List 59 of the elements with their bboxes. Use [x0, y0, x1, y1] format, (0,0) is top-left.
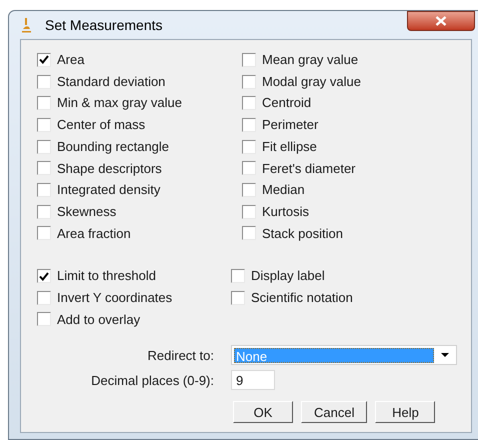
caret-icon	[440, 352, 450, 358]
checkbox-label: Area	[57, 51, 84, 70]
checkbox[interactable]	[37, 182, 51, 197]
checkbox[interactable]	[242, 52, 256, 67]
checkbox-label: Center of mass	[57, 116, 146, 134]
checkbox-label: Display label	[251, 267, 325, 286]
redirect-label: Redirect to:	[146, 346, 214, 364]
checkbox[interactable]	[242, 204, 256, 219]
close-button[interactable]	[407, 11, 475, 31]
close-icon	[435, 16, 447, 26]
checkbox-label: Invert Y coordinates	[57, 288, 172, 307]
dropdown-value: None	[234, 348, 434, 363]
checkbox[interactable]	[37, 118, 51, 132]
checkmark-icon	[39, 55, 49, 64]
checkbox-label: Min & max gray value	[57, 94, 182, 112]
checkbox-label: Skewness	[57, 202, 116, 221]
dialog-button[interactable]: Help	[375, 401, 436, 424]
checkbox[interactable]	[37, 96, 51, 110]
checkbox-label: Standard deviation	[57, 72, 166, 91]
checkbox-label: Integrated density	[57, 181, 160, 200]
checkbox-label: Median	[262, 181, 305, 200]
window-title: Set Measurements	[45, 16, 162, 34]
dialog-button[interactable]: OK	[233, 401, 293, 424]
checkbox-label: Fit ellipse	[262, 138, 317, 156]
checkbox[interactable]	[242, 96, 256, 110]
checkbox-label: Modal gray value	[262, 72, 361, 91]
checkbox[interactable]	[37, 140, 51, 154]
checkbox-label: Centroid	[262, 94, 312, 112]
checkbox[interactable]	[37, 226, 51, 240]
checkbox-label: Scientific notation	[251, 288, 353, 307]
dialog-button[interactable]: Cancel	[301, 401, 368, 424]
checkbox[interactable]	[242, 226, 256, 240]
checkbox-label: Perimeter	[262, 116, 318, 134]
checkbox-label: Bounding rectangle	[57, 138, 170, 156]
checkbox[interactable]	[37, 74, 51, 89]
checkbox[interactable]	[242, 140, 256, 154]
decimal-places-field[interactable]: 9	[231, 370, 275, 390]
checkbox-label: Kurtosis	[262, 202, 309, 221]
checkbox[interactable]	[37, 52, 51, 67]
checkbox-label: Stack position	[262, 224, 343, 243]
checkbox-label: Mean gray value	[262, 51, 358, 70]
checkbox-label: Feret's diameter	[262, 160, 356, 178]
checkbox[interactable]	[242, 182, 256, 197]
checkbox[interactable]	[37, 161, 51, 176]
checkbox[interactable]	[242, 161, 256, 176]
checkbox-label: Shape descriptors	[57, 160, 162, 178]
checkbox[interactable]	[242, 118, 256, 132]
decimal-places-label: Decimal places (0-9):	[90, 372, 214, 390]
checkbox-label: Area fraction	[57, 224, 131, 243]
checkbox-label: Add to overlay	[57, 310, 140, 329]
checkbox[interactable]	[37, 290, 51, 305]
checkbox[interactable]	[242, 74, 256, 89]
checkbox[interactable]	[231, 269, 245, 284]
checkmark-icon	[39, 272, 49, 281]
checkbox-label: Limit to threshold	[57, 267, 156, 286]
checkbox[interactable]	[231, 290, 245, 305]
checkbox[interactable]	[37, 269, 51, 284]
checkbox[interactable]	[37, 312, 51, 326]
checkbox[interactable]	[37, 204, 51, 219]
